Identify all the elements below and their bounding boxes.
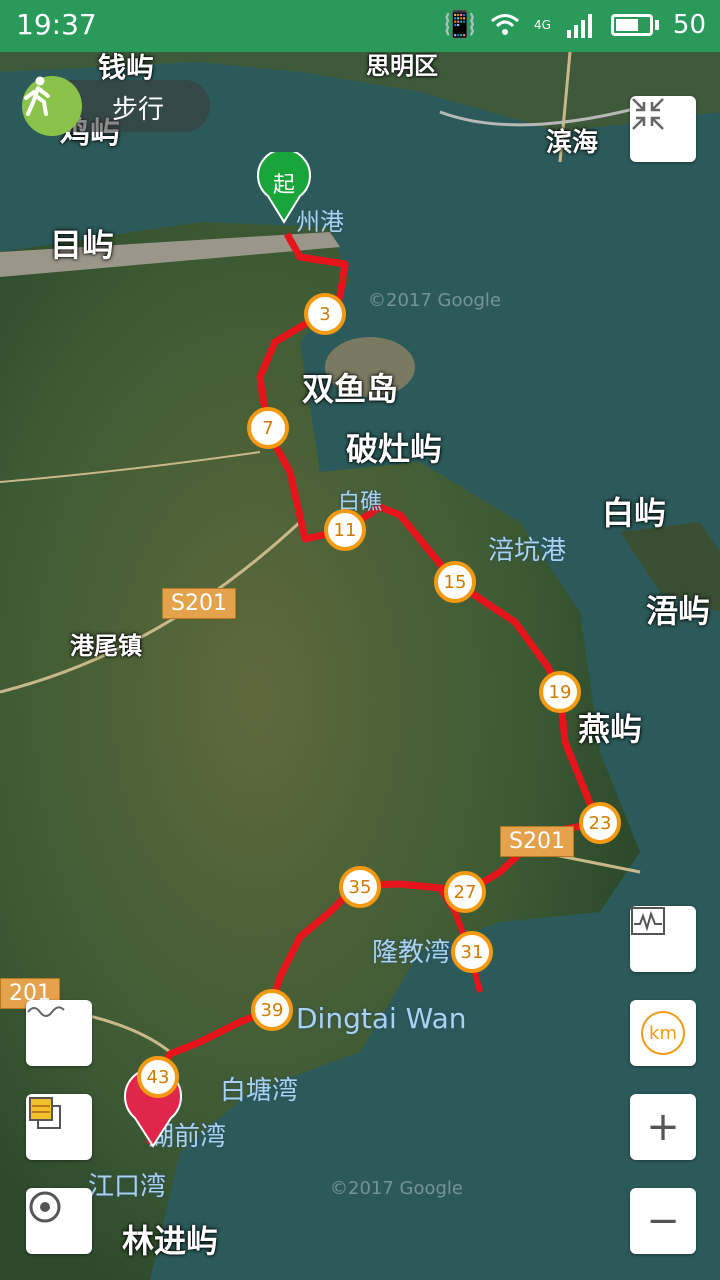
battery-level: 50 (672, 10, 706, 40)
route-style-button[interactable] (26, 1000, 92, 1066)
map-label: 双鱼岛 (302, 370, 399, 408)
map-label: Dingtai Wan (296, 1002, 467, 1035)
km-marker[interactable]: 7 (247, 407, 289, 449)
road-shield: S201 (500, 826, 574, 857)
network-type: 4G (533, 18, 551, 32)
km-marker[interactable]: 31 (451, 931, 493, 973)
collapse-arrows-icon (632, 98, 664, 130)
wave-line-icon (27, 1006, 65, 1017)
map-label: 隆教湾 (372, 938, 451, 968)
km-marker[interactable]: 23 (579, 802, 621, 844)
walking-person-icon (22, 76, 82, 136)
km-marker[interactable]: 27 (444, 871, 486, 913)
travel-mode-label: 步行 (112, 95, 165, 125)
map-label: 白塘湾 (220, 1076, 299, 1106)
map-watermark: ©2017 Google (330, 1178, 464, 1199)
signal-icon (566, 14, 592, 38)
battery-icon (610, 14, 653, 36)
status-bar: 19:37 📳 4G 50 (0, 0, 720, 52)
map-label: 江口湾 (88, 1172, 167, 1202)
map-label: 浯屿 (646, 592, 711, 630)
km-marker[interactable]: 43 (137, 1056, 179, 1098)
status-icons: 📳 4G 50 (444, 10, 706, 40)
vibrate-icon: 📳 (443, 10, 476, 40)
locate-icon (29, 1191, 61, 1223)
map-label: 涪坑港 (488, 536, 567, 566)
map-label: 目屿 (50, 226, 115, 264)
map-view[interactable]: 钱屿 思明区 鸡屿 滨海 目屿 州港 双鱼岛 破灶屿 白屿 涪坑港 白礁 浯屿 … (0, 52, 720, 1280)
km-marker[interactable]: 15 (434, 561, 476, 603)
layers-icon (29, 1097, 61, 1129)
km-marker[interactable]: 3 (304, 293, 346, 335)
zoom-in-button[interactable]: + (630, 1094, 696, 1160)
locate-button[interactable] (26, 1188, 92, 1254)
road-shield: S201 (162, 588, 236, 619)
km-marker[interactable]: 35 (339, 866, 381, 908)
status-time: 19:37 (16, 8, 97, 41)
km-icon: km (641, 1011, 685, 1055)
km-marker[interactable]: 39 (251, 989, 293, 1031)
map-label: 港尾镇 (70, 632, 142, 660)
start-pin-icon[interactable]: 起 (254, 152, 314, 224)
km-marker-toggle[interactable]: km (630, 1000, 696, 1066)
travel-mode-pill[interactable]: 步行 (22, 76, 210, 136)
layers-button[interactable] (26, 1094, 92, 1160)
map-label: 破灶屿 (346, 430, 443, 468)
map-label: 白屿 (602, 494, 667, 532)
map-label: 林进屿 (122, 1222, 219, 1260)
svg-text:起: 起 (273, 173, 295, 198)
collapse-button[interactable] (630, 96, 696, 162)
wifi-icon (491, 14, 519, 35)
map-watermark: ©2017 Google (368, 290, 502, 311)
elevation-chart-icon (631, 907, 665, 935)
km-marker[interactable]: 19 (539, 671, 581, 713)
map-label: 思明区 (366, 52, 438, 80)
map-label: 滨海 (546, 128, 599, 158)
map-label: 燕屿 (578, 710, 643, 748)
zoom-out-button[interactable]: − (630, 1188, 696, 1254)
elevation-button[interactable] (630, 906, 696, 972)
km-marker[interactable]: 11 (324, 509, 366, 551)
